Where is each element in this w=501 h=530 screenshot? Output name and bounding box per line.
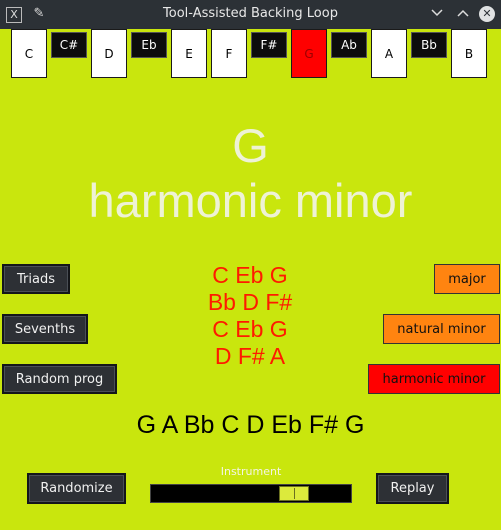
key-a-flat[interactable]: Ab (331, 32, 367, 58)
triads-button[interactable]: Triads (2, 264, 70, 294)
title-bar: X ✎ Tool-Assisted Backing Loop ✕ (0, 0, 501, 29)
instrument-slider[interactable] (150, 484, 352, 503)
key-g[interactable]: G (291, 29, 327, 78)
root-note-display: G (232, 119, 269, 172)
chevron-down-icon (431, 9, 443, 17)
randomize-button[interactable]: Randomize (27, 473, 126, 504)
random-prog-button[interactable]: Random prog (2, 364, 117, 394)
maximize-button[interactable] (454, 5, 472, 23)
chord-1: C Eb G (212, 262, 288, 288)
sevenths-button[interactable]: Sevenths (2, 314, 88, 344)
natural-minor-button[interactable]: natural minor (383, 314, 500, 344)
scale-notes: G A Bb C D Eb F# G (136, 411, 365, 439)
replay-button[interactable]: Replay (376, 473, 449, 504)
key-c-sharp[interactable]: C# (51, 32, 87, 58)
harmonic-minor-button[interactable]: harmonic minor (368, 364, 500, 394)
close-icon: ✕ (479, 6, 495, 22)
chord-2: Bb D F# (207, 289, 293, 315)
scale-name-display: harmonic minor (88, 174, 413, 227)
chord-3: C Eb G (212, 316, 288, 342)
key-e-flat[interactable]: Eb (131, 32, 167, 58)
key-a[interactable]: A (371, 29, 407, 78)
window-title: Tool-Assisted Backing Loop (163, 6, 338, 21)
minimize-button[interactable] (428, 5, 446, 23)
key-d[interactable]: D (91, 29, 127, 78)
key-e[interactable]: E (171, 29, 207, 78)
key-f-sharp[interactable]: F# (251, 32, 287, 58)
instrument-label: Instrument (220, 465, 282, 478)
close-button[interactable]: ✕ (478, 5, 496, 23)
key-c[interactable]: C (11, 29, 47, 78)
key-b[interactable]: B (451, 29, 487, 78)
chord-4: D F# A (214, 343, 286, 369)
chevron-up-icon (457, 9, 469, 17)
major-button[interactable]: major (434, 264, 500, 294)
key-f[interactable]: F (211, 29, 247, 78)
slider-grip (294, 488, 295, 499)
key-b-flat[interactable]: Bb (411, 32, 447, 58)
chord-progression: C Eb G Bb D F# C Eb G D F# A (170, 262, 330, 370)
slider-handle[interactable] (279, 486, 309, 501)
